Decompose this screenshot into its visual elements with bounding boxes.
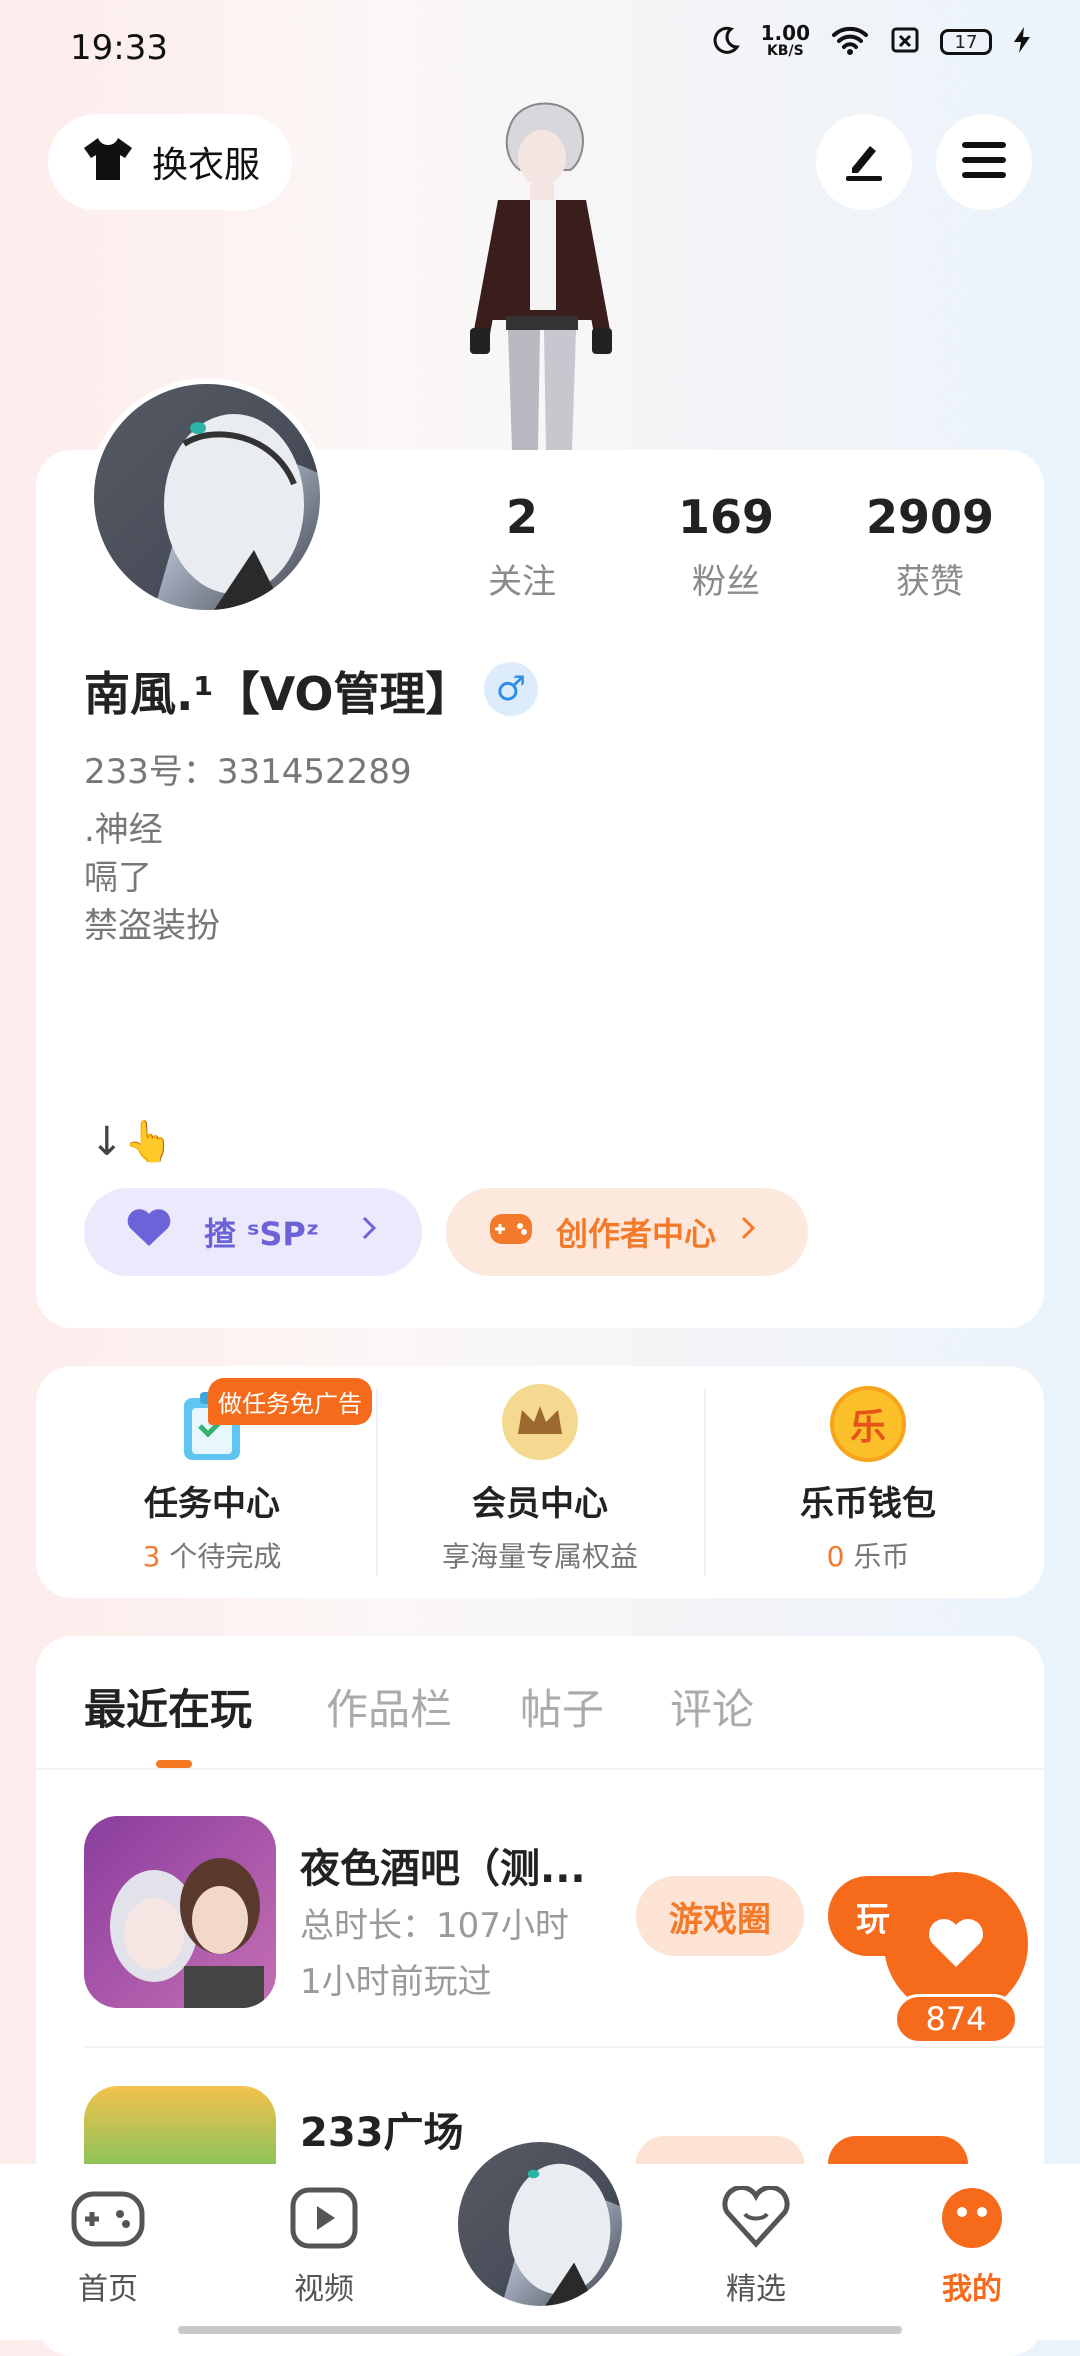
nav-home-label: 首页 bbox=[78, 2272, 138, 2307]
wifi-icon bbox=[830, 25, 870, 59]
net-speed-value: 1.00 bbox=[760, 21, 810, 45]
badge-tag-button[interactable]: 揸 ˢSPᶻ bbox=[84, 1188, 422, 1276]
coin-sub-label: 乐币 bbox=[853, 1540, 910, 1573]
hamburger-icon bbox=[960, 140, 1008, 184]
likes-label: 获赞 bbox=[896, 562, 964, 602]
me-icon bbox=[938, 2188, 1006, 2258]
nav-me-label: 我的 bbox=[942, 2272, 1002, 2307]
gamepad-icon bbox=[70, 2191, 146, 2258]
game-last-played: 1小时前玩过 bbox=[300, 1962, 492, 2002]
gesture-bar bbox=[178, 2326, 902, 2334]
game-circle-button[interactable]: 游戏圈 bbox=[636, 1876, 804, 1956]
following-count: 2 bbox=[505, 490, 538, 544]
profile-bio: .神经 嗝了 禁盗装扮 bbox=[84, 806, 220, 950]
net-speed-unit: KB/S bbox=[766, 43, 804, 59]
coin-wallet-sub: 0 乐币 bbox=[700, 1535, 1036, 1575]
tab-works[interactable]: 作品栏 bbox=[326, 1676, 452, 1737]
divider bbox=[84, 2046, 1044, 2048]
tab-comments[interactable]: 评论 bbox=[670, 1676, 754, 1737]
nav-avatar-button[interactable] bbox=[452, 2136, 628, 2312]
nav-featured-label: 精选 bbox=[726, 2272, 786, 2307]
task-count: 3 bbox=[142, 1540, 161, 1573]
vip-center-sub: 享海量专属权益 bbox=[441, 1540, 638, 1573]
heart-diamond-icon bbox=[721, 2184, 791, 2258]
bio-line: .神经 bbox=[84, 810, 163, 850]
gamepad-icon bbox=[488, 1208, 534, 1256]
user-id[interactable]: 233号：331452289 bbox=[84, 744, 412, 793]
video-icon bbox=[289, 2187, 359, 2258]
nav-video-label: 视频 bbox=[294, 2272, 354, 2307]
moon-icon bbox=[711, 25, 741, 59]
chevron-right-icon bbox=[359, 1213, 379, 1251]
pen-icon bbox=[840, 136, 888, 188]
status-time: 19:33 bbox=[70, 28, 168, 68]
net-speed: 1.00 KB/S bbox=[760, 21, 810, 60]
coin-icon-char: 乐 bbox=[830, 1386, 906, 1462]
stat-following[interactable]: 2 关注 bbox=[432, 490, 612, 603]
task-sub-label: 个待完成 bbox=[169, 1540, 282, 1573]
likes-count: 2909 bbox=[865, 490, 995, 544]
menu-button[interactable] bbox=[936, 114, 1032, 210]
following-label: 关注 bbox=[488, 562, 556, 602]
game-thumbnail[interactable] bbox=[84, 2086, 276, 2164]
nav-featured[interactable]: 精选 bbox=[676, 2184, 836, 2308]
game-thumbnail[interactable] bbox=[84, 1816, 276, 2008]
badge-tag-label: 揸 ˢSPᶻ bbox=[204, 1215, 320, 1253]
heart-icon bbox=[926, 1915, 986, 1973]
chevron-right-icon bbox=[738, 1213, 758, 1251]
profile-name: 南風.¹【VO管理】 bbox=[84, 667, 472, 721]
creator-center-button[interactable]: 创作者中心 bbox=[446, 1188, 808, 1276]
active-tab-indicator bbox=[156, 1760, 192, 1768]
charging-icon bbox=[1012, 25, 1032, 59]
game-circle-button[interactable] bbox=[636, 2136, 804, 2164]
bio-line: 嗝了 bbox=[84, 858, 152, 898]
fans-count: 169 bbox=[677, 490, 775, 544]
coin-wallet-title: 乐币钱包 bbox=[800, 1484, 936, 1524]
crown-icon bbox=[372, 1378, 708, 1462]
fans-label: 粉丝 bbox=[692, 562, 760, 602]
nav-video[interactable]: 视频 bbox=[244, 2186, 404, 2308]
stat-fans[interactable]: 169 粉丝 bbox=[636, 490, 816, 603]
heart-icon bbox=[124, 1208, 174, 1256]
stat-likes[interactable]: 2909 获赞 bbox=[840, 490, 1020, 603]
tab-recently-played[interactable]: 最近在玩 bbox=[84, 1676, 252, 1737]
nav-home[interactable]: 首页 bbox=[28, 2186, 188, 2308]
coin-wallet-entry[interactable]: 乐 乐币钱包 0 乐币 bbox=[700, 1378, 1036, 1575]
vip-center-entry[interactable]: 会员中心 享海量专属权益 bbox=[372, 1378, 708, 1575]
divider bbox=[36, 1768, 1044, 1770]
game-title[interactable]: 233广场 bbox=[300, 2100, 464, 2158]
shirt-icon bbox=[82, 134, 134, 191]
bio-footer: ↓👆 bbox=[90, 1119, 174, 1165]
status-icons: 1.00 KB/S 17 bbox=[711, 21, 1032, 60]
coin-count: 0 bbox=[826, 1540, 845, 1573]
avatar-3d-figure[interactable] bbox=[460, 96, 620, 450]
vip-center-title: 会员中心 bbox=[472, 1484, 608, 1524]
sim-off-icon bbox=[890, 25, 920, 59]
change-outfit-button[interactable]: 换衣服 bbox=[48, 114, 292, 210]
tab-posts[interactable]: 帖子 bbox=[520, 1676, 604, 1737]
change-outfit-label: 换衣服 bbox=[152, 145, 261, 186]
play-button[interactable] bbox=[828, 2136, 968, 2164]
nav-me[interactable]: 我的 bbox=[892, 2186, 1052, 2308]
avatar[interactable] bbox=[88, 378, 326, 616]
task-center-sub: 3 个待完成 bbox=[44, 1535, 380, 1575]
ad-free-badge: 做任务免广告 bbox=[208, 1378, 372, 1425]
edit-profile-button[interactable] bbox=[816, 114, 912, 210]
like-count: 874 bbox=[894, 1994, 1018, 2044]
gender-male-icon: ♂ bbox=[484, 662, 538, 716]
game-title[interactable]: 夜色酒吧（测... bbox=[300, 1836, 586, 1894]
creator-center-label: 创作者中心 bbox=[556, 1215, 717, 1253]
bio-line: 禁盗装扮 bbox=[84, 906, 220, 946]
avatar bbox=[458, 2142, 622, 2306]
battery-indicator: 17 bbox=[940, 29, 992, 55]
coin-icon: 乐 bbox=[700, 1378, 1036, 1462]
game-duration: 总时长：107小时 bbox=[300, 1906, 569, 1946]
task-center-title: 任务中心 bbox=[144, 1484, 280, 1524]
